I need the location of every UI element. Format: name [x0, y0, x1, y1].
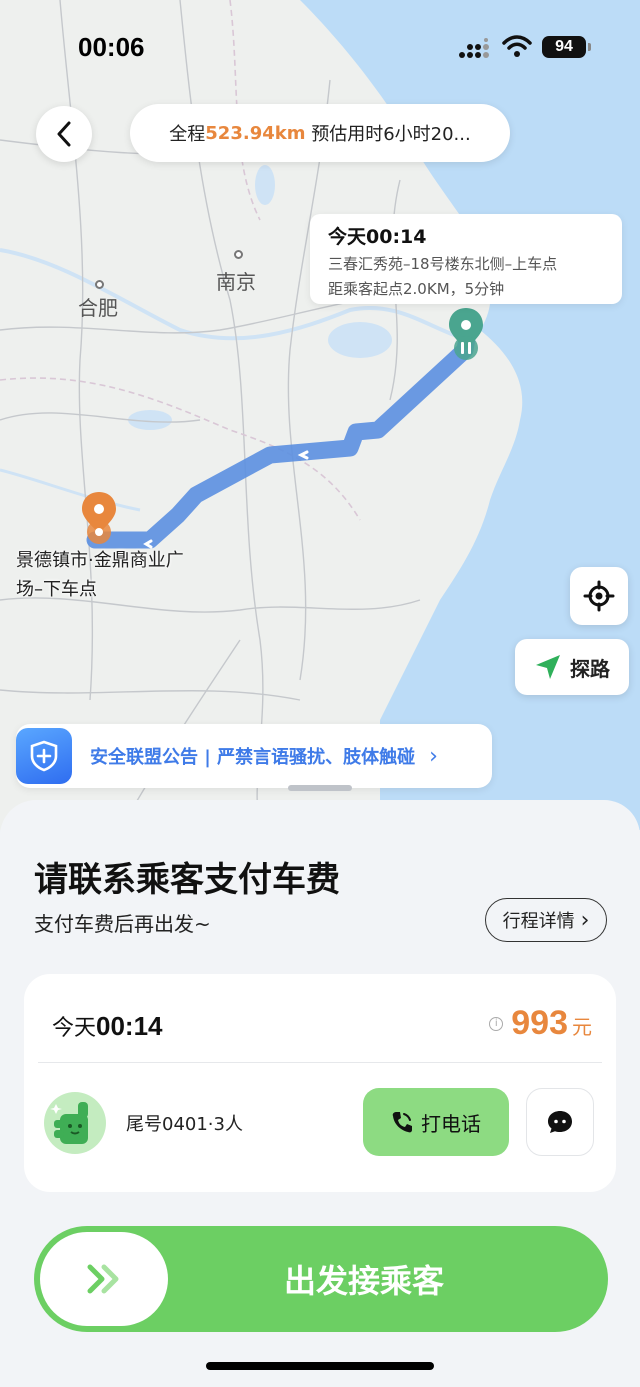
- price-unit: 元: [572, 1015, 592, 1039]
- shield-icon: [16, 728, 72, 784]
- order-day: 今天: [52, 1016, 97, 1041]
- battery-cap: [588, 43, 591, 51]
- summary-duration: 预估用时6小时20...: [305, 124, 471, 145]
- slider-label: 出发接乘客: [284, 1262, 445, 1300]
- home-indicator[interactable]: [206, 1362, 434, 1370]
- call-button-label: 打电话: [421, 1111, 481, 1136]
- city-dot-hefei: [95, 280, 104, 289]
- city-dot-nanjing: [234, 250, 243, 259]
- safety-notice-text: 安全联盟公告 | 严禁言语骚扰、肢体触碰: [90, 747, 416, 768]
- pickup-distance: 距乘客起点2.0KM，5分钟: [328, 280, 505, 298]
- chevron-right-icon: ›: [580, 907, 590, 933]
- avatar: [44, 1092, 106, 1154]
- card-divider: [38, 1062, 602, 1063]
- locate-icon: [583, 580, 615, 612]
- trip-details-label: 行程详情: [502, 911, 575, 932]
- dropoff-label: 景德镇市·金鼎商业广场–下车点: [16, 550, 184, 600]
- status-bar: 00:06 94: [0, 0, 640, 90]
- city-label-hefei: 合肥: [78, 296, 118, 320]
- order-time: 今天00:14: [52, 1010, 163, 1042]
- chat-icon: [548, 1111, 572, 1133]
- trip-summary: 全程 523.94km 预估用时6小时20...: [130, 104, 510, 162]
- pickup-time: 今天00:14: [328, 226, 427, 248]
- bottom-sheet: 请联系乘客支付车费 支付车费后再出发~ 行程详情 › 今天00:14 i 993…: [0, 800, 640, 1387]
- price-amount: 993: [511, 1004, 568, 1042]
- order-price[interactable]: i 993 元: [489, 1004, 592, 1043]
- safety-notice-bar[interactable]: 安全联盟公告 | 严禁言语骚扰、肢体触碰 ›: [16, 724, 492, 788]
- explore-route-button[interactable]: 探路: [515, 639, 629, 695]
- chevron-right-icon: ›: [429, 743, 438, 769]
- info-icon[interactable]: i: [489, 1016, 504, 1031]
- double-chevron-icon: [87, 1264, 119, 1294]
- back-arrow-icon: [57, 121, 71, 147]
- trip-details-button[interactable]: 行程详情 ›: [485, 898, 607, 942]
- dropoff-pin-icon[interactable]: [79, 490, 119, 546]
- summary-prefix: 全程: [169, 124, 206, 145]
- sheet-drag-handle[interactable]: [288, 785, 352, 791]
- status-time: 00:06: [78, 32, 145, 62]
- back-button[interactable]: [36, 106, 92, 162]
- pickup-pin-icon[interactable]: [446, 306, 486, 362]
- pickup-callout: 今天00:14 三春汇秀苑–18号楼东北侧–上车点 距乘客起点2.0KM，5分钟: [310, 214, 622, 304]
- signal-icon: [459, 38, 489, 58]
- navigate-arrow-icon: [536, 655, 560, 679]
- sheet-title: 请联系乘客支付车费: [34, 860, 340, 900]
- start-pickup-slider[interactable]: 出发接乘客: [34, 1226, 608, 1332]
- call-button[interactable]: 打电话: [363, 1088, 509, 1156]
- city-label-nanjing: 南京: [216, 270, 256, 294]
- order-clock: 00:14: [96, 1011, 163, 1041]
- map-view[interactable]: 南京 合肥 00:06 94 全程 523.94km 预估用时6小时20... …: [0, 0, 640, 830]
- phone-icon: [392, 1112, 412, 1133]
- pickup-address: 三春汇秀苑–18号楼东北侧–上车点: [328, 255, 558, 273]
- slider-knob[interactable]: [40, 1232, 168, 1326]
- wifi-icon: [502, 35, 532, 57]
- battery-level: 94: [542, 36, 586, 58]
- locate-button[interactable]: [570, 567, 628, 625]
- order-card: 今天00:14 i 993 元 尾号0401·3人 打电话: [24, 974, 616, 1192]
- passenger-info: 尾号0401·3人: [126, 1114, 243, 1135]
- summary-distance: 523.94km: [205, 122, 306, 144]
- chat-button[interactable]: [526, 1088, 594, 1156]
- explore-label: 探路: [570, 656, 610, 681]
- sheet-subtitle: 支付车费后再出发~: [34, 912, 211, 936]
